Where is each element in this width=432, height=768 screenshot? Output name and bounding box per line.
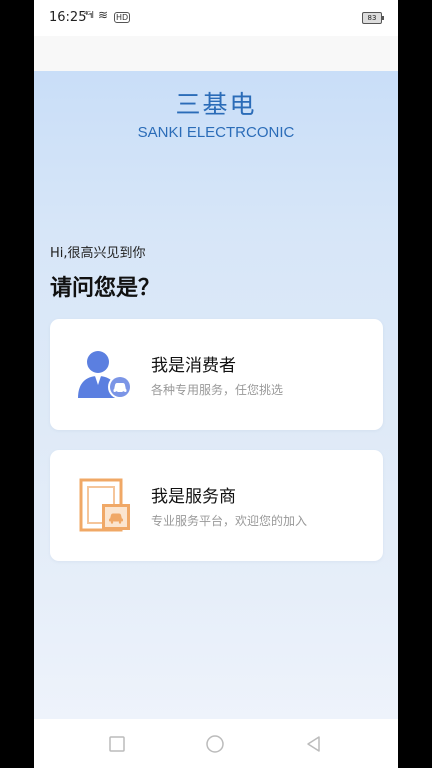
provider-card-subtitle: 专业服务平台，欢迎您的加入 [151,514,308,528]
consumer-card-subtitle: 各种专用服务，任您挑选 [151,383,284,397]
consumer-card-title: 我是消费者 [151,356,236,376]
hd-badge: HD [114,12,131,23]
status-time: 16:25 [49,10,87,25]
app-screen: 16:25 ⁴ᴳıl ≋ HD 83 三基电 SANKI ELECTRCONIC… [34,0,398,768]
provider-card-title: 我是服务商 [151,487,236,507]
brand-title: 三基电 [175,90,257,119]
app-top-bar [34,36,398,71]
status-bar: 16:25 ⁴ᴳıl ≋ HD 83 [34,0,398,36]
role-question: 请问您是？ [50,276,161,301]
battery-icon: 83 [362,12,384,24]
recent-apps-icon[interactable] [107,734,127,754]
system-nav-bar [34,719,398,768]
back-icon[interactable] [304,734,324,754]
provider-role-card[interactable]: 我是服务商 专业服务平台，欢迎您的加入 [50,450,383,561]
home-icon[interactable] [205,734,225,754]
consumer-role-card[interactable]: 我是消费者 各种专用服务，任您挑选 [50,319,383,430]
signal-icon: ⁴ᴳıl [84,11,94,21]
consumer-user-icon [78,351,132,399]
brand-subtitle: SANKI ELECTRCONIC [137,124,295,141]
provider-frame-icon [79,478,130,532]
greeting-text: Hi,很高兴见到你 [50,246,146,261]
wifi-icon: ≋ [98,8,109,22]
